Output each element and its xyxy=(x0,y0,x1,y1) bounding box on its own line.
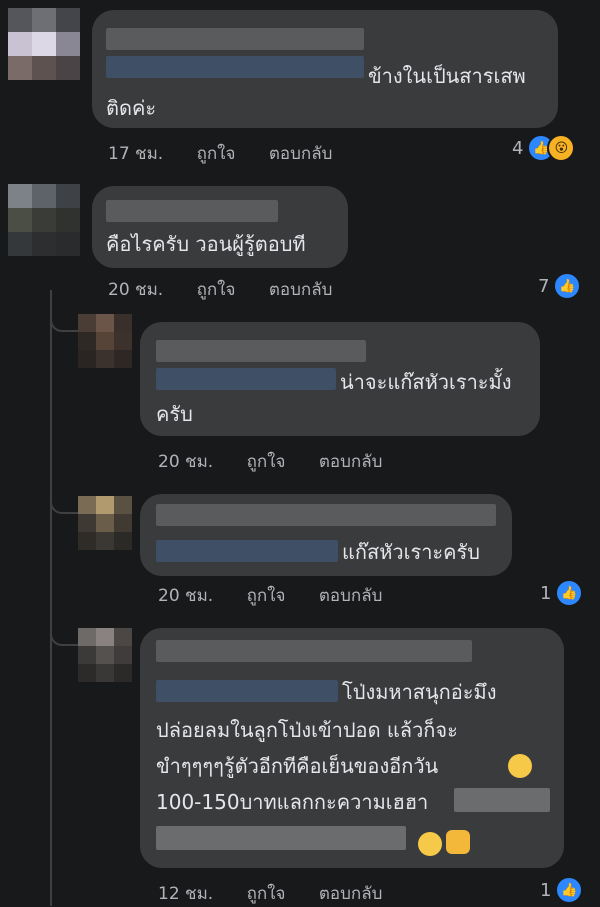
reply-thread-line xyxy=(50,290,52,906)
comment-actions: 20 ชม. ถูกใจ ตอบกลับ xyxy=(158,582,382,609)
reaction-summary[interactable]: 4 👍 😮 xyxy=(512,134,576,162)
reaction-summary[interactable]: 7 👍 xyxy=(538,272,582,300)
reaction-count: 7 xyxy=(538,275,550,297)
like-button[interactable]: ถูกใจ xyxy=(247,586,286,606)
like-button[interactable]: ถูกใจ xyxy=(247,884,286,904)
redacted-text xyxy=(156,826,406,850)
reaction-count: 1 xyxy=(540,582,552,604)
redacted-text xyxy=(454,788,550,812)
victory-hand-emoji xyxy=(446,830,470,854)
reply-button[interactable]: ตอบกลับ xyxy=(319,452,383,472)
avatar[interactable] xyxy=(78,314,132,368)
redacted-mention xyxy=(156,540,338,562)
like-reaction-icon: 👍 xyxy=(555,579,584,607)
redacted-name xyxy=(106,28,364,50)
like-button[interactable]: ถูกใจ xyxy=(247,452,286,472)
comment-bubble: คือไรครับ วอนผู้รู้ตอบที xyxy=(92,186,348,268)
comment-text: ติดค่ะ xyxy=(106,96,157,120)
redacted-mention xyxy=(156,368,336,390)
avatar[interactable] xyxy=(8,184,80,256)
comment-text: คือไรครับ วอนผู้รู้ตอบที xyxy=(106,232,306,256)
reaction-summary[interactable]: 1 👍 xyxy=(540,579,584,607)
reply-button[interactable]: ตอบกลับ xyxy=(269,144,333,164)
redacted-mention xyxy=(106,56,364,78)
thread-branch xyxy=(50,630,78,646)
grinning-sweat-emoji xyxy=(508,754,532,778)
reaction-count: 4 xyxy=(512,137,524,159)
avatar[interactable] xyxy=(78,496,132,550)
comment-text: ข้างในเป็นสารเสพ xyxy=(368,64,526,88)
comment-bubble: น่าจะแก๊สหัวเราะมั้ง ครับ xyxy=(140,322,540,436)
comment-timestamp: 20 ชม. xyxy=(108,280,164,300)
reaction-count: 1 xyxy=(540,879,552,901)
comment-text: โป่งมหาสนุกอ่ะมึง xyxy=(342,680,497,704)
wow-reaction-icon: 😮 xyxy=(547,134,576,162)
comment-actions: 20 ชม. ถูกใจ ตอบกลับ xyxy=(108,276,332,303)
smiling-emoji xyxy=(418,832,442,856)
comment-text: ขำๆๆๆๆรู้ตัวอีกทีคือเย็นของอีกวัน xyxy=(156,754,439,778)
thread-branch xyxy=(50,498,78,514)
reaction-summary[interactable]: 1 👍 xyxy=(540,876,584,904)
avatar[interactable] xyxy=(78,628,132,682)
redacted-name xyxy=(156,504,496,526)
comment-actions: 12 ชม. ถูกใจ ตอบกลับ xyxy=(158,880,382,907)
redacted-name xyxy=(106,200,278,222)
comment-timestamp: 20 ชม. xyxy=(158,452,214,472)
avatar[interactable] xyxy=(8,8,80,80)
reply-button[interactable]: ตอบกลับ xyxy=(319,884,383,904)
like-button[interactable]: ถูกใจ xyxy=(197,280,236,300)
like-button[interactable]: ถูกใจ xyxy=(197,144,236,164)
comment-actions: 17 ชม. ถูกใจ ตอบกลับ xyxy=(108,140,332,167)
comment-text: แก๊สหัวเราะครับ xyxy=(342,540,480,564)
reply-button[interactable]: ตอบกลับ xyxy=(319,586,383,606)
comment-text: 100-150บาทแลกกะความเฮฮา xyxy=(156,790,429,814)
redacted-name xyxy=(156,640,472,662)
comment-bubble: โป่งมหาสนุกอ่ะมึง ปล่อยลมในลูกโป่งเข้าปอ… xyxy=(140,628,564,868)
comment-text: ครับ xyxy=(156,402,193,426)
like-reaction-icon: 👍 xyxy=(555,876,584,904)
comment-text: ปล่อยลมในลูกโป่งเข้าปอด แล้วก็จะ xyxy=(156,718,458,742)
comment-actions: 20 ชม. ถูกใจ ตอบกลับ xyxy=(158,448,382,475)
thread-branch xyxy=(50,316,78,332)
redacted-mention xyxy=(156,680,338,702)
comment-timestamp: 17 ชม. xyxy=(108,144,164,164)
redacted-name xyxy=(156,340,366,362)
comment-bubble: แก๊สหัวเราะครับ xyxy=(140,494,512,576)
comment-text: น่าจะแก๊สหัวเราะมั้ง xyxy=(340,370,512,394)
comment-bubble: ข้างในเป็นสารเสพ ติดค่ะ xyxy=(92,10,558,128)
reply-button[interactable]: ตอบกลับ xyxy=(269,280,333,300)
comment-timestamp: 12 ชม. xyxy=(158,884,214,904)
comment-timestamp: 20 ชม. xyxy=(158,586,214,606)
like-reaction-icon: 👍 xyxy=(553,272,582,300)
